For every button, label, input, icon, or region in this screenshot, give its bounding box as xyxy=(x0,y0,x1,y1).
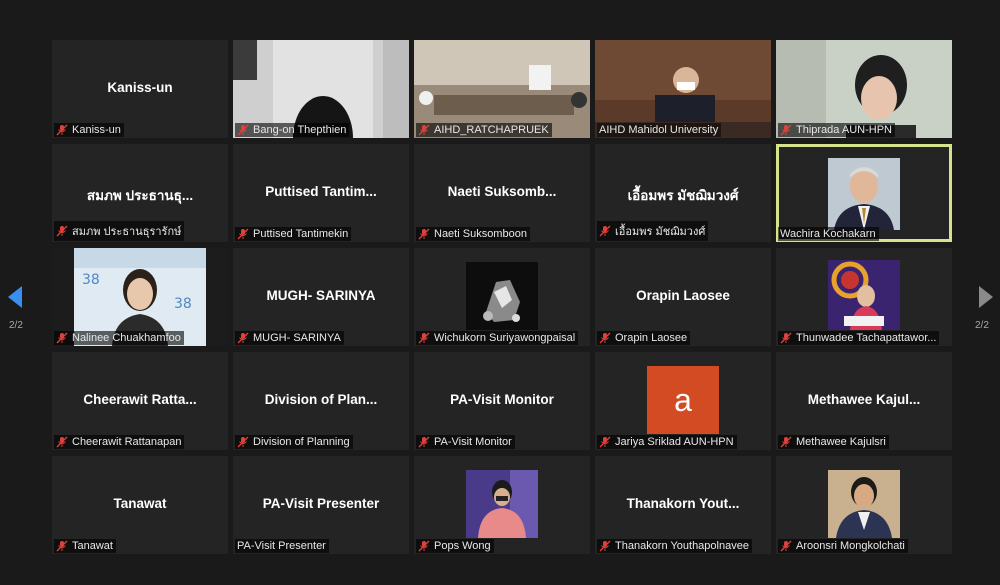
participant-tile[interactable]: Naeti Suksomb... Naeti Suksomboon xyxy=(414,144,590,242)
muted-mic-icon xyxy=(56,540,68,552)
participant-name-label: Thiprada AUN-HPN xyxy=(778,123,895,137)
participant-photo xyxy=(828,470,900,538)
participant-photo xyxy=(828,260,900,330)
participant-tile[interactable]: Division of Plan... Division of Planning xyxy=(233,352,409,450)
participant-display-name: Division of Plan... xyxy=(264,392,378,407)
participant-name-label: Nalinee Chuakhamfoo xyxy=(54,331,184,345)
participant-name-label: Pops Wong xyxy=(416,539,494,553)
participant-name-label: AIHD Mahidol University xyxy=(597,123,722,137)
participant-display-name: Naeti Suksomb... xyxy=(447,184,557,199)
participant-tile[interactable]: Orapin Laosee Orapin Laosee xyxy=(595,248,771,346)
participant-tile[interactable]: a Jariya Sriklad AUN-HPN xyxy=(595,352,771,450)
muted-mic-icon xyxy=(780,436,792,448)
active-speaker-tile[interactable]: Wachira Kochakarn xyxy=(776,144,952,242)
participant-display-name: Tanawat xyxy=(113,496,167,511)
participant-display-name: Kaniss-un xyxy=(107,80,173,95)
participant-tile[interactable]: PA-Visit Presenter PA-Visit Presenter xyxy=(233,456,409,554)
participant-name-label: Wichukorn Suriyawongpaisal xyxy=(416,331,579,345)
muted-mic-icon xyxy=(418,436,430,448)
participant-display-name: PA-Visit Monitor xyxy=(450,392,554,407)
muted-mic-icon xyxy=(56,225,68,237)
participant-name-label: Puttised Tantimekin xyxy=(235,227,352,241)
participant-name-label: Division of Planning xyxy=(235,435,353,449)
svg-text:38: 38 xyxy=(82,272,100,288)
participant-tile[interactable]: Bang-on Thepthien xyxy=(233,40,409,138)
participant-display-name: สมภพ ประธานธุ... xyxy=(86,188,194,203)
muted-mic-icon xyxy=(237,124,249,136)
muted-mic-icon xyxy=(599,540,611,552)
muted-mic-icon xyxy=(599,436,611,448)
participant-tile[interactable]: Puttised Tantim... Puttised Tantimekin xyxy=(233,144,409,242)
muted-mic-icon xyxy=(418,124,430,136)
participant-name-label: Thanakorn Youthapolnavee xyxy=(597,539,752,553)
participant-tile[interactable]: Thiprada AUN-HPN xyxy=(776,40,952,138)
participant-tile[interactable]: MUGH- SARINYA MUGH- SARINYA xyxy=(233,248,409,346)
muted-mic-icon xyxy=(780,124,792,136)
participant-name-label: Orapin Laosee xyxy=(597,331,691,345)
muted-mic-icon xyxy=(780,540,792,552)
svg-text:38: 38 xyxy=(174,296,192,312)
participant-display-name: PA-Visit Presenter xyxy=(262,496,380,511)
muted-mic-icon xyxy=(418,332,430,344)
participant-display-name: Orapin Laosee xyxy=(636,288,730,303)
letter-avatar: a xyxy=(647,366,719,434)
next-page-indicator: 2/2 xyxy=(975,320,989,331)
prev-page-arrow-icon[interactable] xyxy=(7,285,23,314)
participant-tile[interactable]: 38 38 Nalinee Chuakhamfoo xyxy=(52,248,228,346)
participant-name-label: Thunwadee Tachapattawor... xyxy=(778,331,940,345)
muted-mic-icon xyxy=(780,332,792,344)
participant-display-name: เอื้อมพร มัชฌิมวงศ์ xyxy=(627,188,739,203)
participant-name-label: Methawee Kajulsri xyxy=(778,435,889,449)
muted-mic-icon xyxy=(56,436,68,448)
participant-tile[interactable]: สมภพ ประธานธุ... สมภพ ประธานธุรารักษ์ xyxy=(52,144,228,242)
participant-name-label: สมภพ ประธานธุรารักษ์ xyxy=(54,221,185,241)
participant-display-name: Thanakorn Yout... xyxy=(626,496,740,511)
participant-name-label: Wachira Kochakarn xyxy=(778,227,879,241)
participant-photo xyxy=(828,158,900,230)
participant-display-name: Puttised Tantim... xyxy=(265,184,377,199)
participant-tile[interactable]: PA-Visit Monitor PA-Visit Monitor xyxy=(414,352,590,450)
muted-mic-icon xyxy=(237,436,249,448)
participant-tile[interactable]: Wichukorn Suriyawongpaisal xyxy=(414,248,590,346)
participant-name-label: PA-Visit Presenter xyxy=(235,539,329,553)
participant-tile[interactable]: Thanakorn Yout... Thanakorn Youthapolnav… xyxy=(595,456,771,554)
participant-tile[interactable]: เอื้อมพร มัชฌิมวงศ์ เอื้อมพร มัชฌิมวงศ์ xyxy=(595,144,771,242)
participant-tile[interactable]: Cheerawit Ratta... Cheerawit Rattanapan xyxy=(52,352,228,450)
participant-name-label: Naeti Suksomboon xyxy=(416,227,530,241)
participant-name-label: Tanawat xyxy=(54,539,116,553)
prev-page-indicator: 2/2 xyxy=(9,320,23,331)
muted-mic-icon xyxy=(418,540,430,552)
participant-tile[interactable]: Kaniss-un Kaniss-un xyxy=(52,40,228,138)
participant-display-name: MUGH- SARINYA xyxy=(266,288,376,303)
participant-display-name: Cheerawit Ratta... xyxy=(83,392,197,407)
muted-mic-icon xyxy=(599,332,611,344)
next-page-arrow-icon[interactable] xyxy=(978,285,994,314)
participant-name-label: Bang-on Thepthien xyxy=(235,123,350,137)
muted-mic-icon xyxy=(56,124,68,136)
muted-mic-icon xyxy=(237,332,249,344)
participant-name-label: Aroonsri Mongkolchati xyxy=(778,539,908,553)
participant-name-label: เอื้อมพร มัชฌิมวงศ์ xyxy=(597,221,709,241)
participant-tile[interactable]: AIHD_RATCHAPRUEK xyxy=(414,40,590,138)
muted-mic-icon xyxy=(599,225,611,237)
participant-name-label: Cheerawit Rattanapan xyxy=(54,435,185,449)
participant-tile[interactable]: Tanawat Tanawat xyxy=(52,456,228,554)
muted-mic-icon xyxy=(237,228,249,240)
participant-name-label: Jariya Sriklad AUN-HPN xyxy=(597,435,737,449)
participant-tile[interactable]: Thunwadee Tachapattawor... xyxy=(776,248,952,346)
participant-tile[interactable]: AIHD Mahidol University xyxy=(595,40,771,138)
participant-gallery: Kaniss-un Kaniss-un Bang-on Thepthien AI… xyxy=(52,40,952,554)
participant-name-label: Kaniss-un xyxy=(54,123,124,137)
participant-tile[interactable]: Pops Wong xyxy=(414,456,590,554)
participant-name-label: PA-Visit Monitor xyxy=(416,435,515,449)
participant-name-label: AIHD_RATCHAPRUEK xyxy=(416,123,552,137)
participant-tile[interactable]: Methawee Kajul... Methawee Kajulsri xyxy=(776,352,952,450)
muted-mic-icon xyxy=(56,332,68,344)
participant-photo xyxy=(466,470,538,538)
participant-tile[interactable]: Aroonsri Mongkolchati xyxy=(776,456,952,554)
participant-name-label: MUGH- SARINYA xyxy=(235,331,344,345)
participant-photo xyxy=(466,262,538,330)
muted-mic-icon xyxy=(418,228,430,240)
participant-display-name: Methawee Kajul... xyxy=(807,392,921,407)
